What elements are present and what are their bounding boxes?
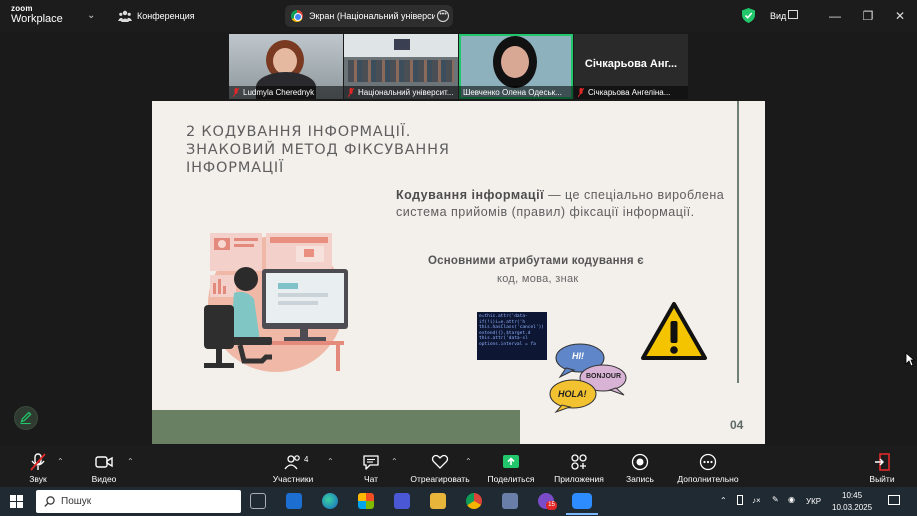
participant-strip: Ludmyla Cherednyk Національний університ… bbox=[229, 34, 689, 99]
viber-icon[interactable]: 15 bbox=[538, 493, 557, 510]
mic-muted-icon bbox=[348, 88, 354, 97]
bubble-hola: HOLA! bbox=[558, 389, 587, 399]
notifications-icon[interactable] bbox=[888, 495, 900, 505]
attributes-values: код, мова, знак bbox=[497, 273, 579, 285]
share-screen-button[interactable]: Поделиться bbox=[486, 445, 536, 487]
participant-name: Ludmyla Cherednyk bbox=[229, 86, 343, 99]
active-app-indicator bbox=[566, 513, 598, 515]
more-options-icon[interactable]: ••• bbox=[437, 10, 449, 22]
app-icon[interactable] bbox=[394, 493, 410, 509]
screen-share-pill[interactable]: Экран (Національний університ ••• bbox=[285, 5, 453, 27]
battery-icon[interactable] bbox=[737, 495, 743, 505]
security-shield-icon[interactable] bbox=[742, 8, 755, 23]
code-snippet-image: e=this.attr('data- if(!i)i=e.attr('h thi… bbox=[477, 312, 547, 360]
zoom-window: zoom Workplace ⌄ Конференция Экран (Наці… bbox=[0, 0, 917, 487]
participants-count: 4 bbox=[304, 455, 309, 464]
chat-options-caret[interactable]: ⌃ bbox=[391, 457, 398, 466]
store-icon[interactable] bbox=[358, 493, 374, 509]
video-button[interactable]: Видео bbox=[86, 445, 122, 487]
audio-options-caret[interactable]: ⌃ bbox=[57, 457, 64, 466]
participant-tile[interactable]: Ludmyla Cherednyk bbox=[229, 34, 343, 99]
participant-name: Національний університ... bbox=[344, 86, 458, 99]
slide-divider bbox=[737, 101, 739, 383]
chevron-down-icon[interactable]: ⌄ bbox=[87, 10, 95, 21]
zoom-taskbar-icon[interactable] bbox=[572, 493, 592, 509]
chrome-icon[interactable] bbox=[466, 493, 482, 509]
grid-view-icon[interactable] bbox=[788, 10, 798, 19]
view-button[interactable]: Вид bbox=[770, 11, 786, 21]
warning-icon bbox=[641, 302, 707, 360]
audio-button[interactable]: Звук bbox=[22, 445, 54, 487]
mouse-cursor-icon bbox=[905, 352, 915, 367]
wifi-icon[interactable]: ◉ bbox=[788, 495, 795, 504]
participant-tile[interactable]: Січкарьова Анг... Січкарьова Ангеліна... bbox=[574, 34, 688, 99]
restore-icon[interactable]: ❐ bbox=[859, 7, 877, 25]
attributes-heading: Основними атрибутами кодування є bbox=[428, 255, 644, 267]
search-icon bbox=[44, 496, 55, 507]
leave-door-icon bbox=[875, 453, 890, 471]
participant-name: Січкарьова Ангеліна... bbox=[574, 86, 688, 99]
record-icon bbox=[631, 453, 649, 471]
participant-tile-active-speaker[interactable]: Шевченко Олена Одеськ... bbox=[459, 34, 573, 99]
participant-tile[interactable]: Національний університ... bbox=[344, 34, 458, 99]
chrome-icon bbox=[291, 10, 303, 22]
chat-bubble-icon bbox=[363, 455, 379, 470]
apps-icon bbox=[571, 454, 587, 470]
video-options-caret[interactable]: ⌃ bbox=[127, 457, 134, 466]
pen-icon[interactable]: ✎ bbox=[772, 495, 779, 504]
clock-time[interactable]: 10:45 bbox=[842, 491, 862, 500]
participants-button[interactable]: 4 Участники bbox=[268, 445, 318, 487]
bubble-hi: HI! bbox=[572, 351, 584, 361]
computer-user-illustration bbox=[204, 233, 348, 372]
record-button[interactable]: Запись bbox=[623, 445, 657, 487]
app-icon[interactable] bbox=[502, 493, 518, 509]
slide-page-number: 04 bbox=[730, 418, 744, 432]
more-button[interactable]: Дополнительно bbox=[672, 445, 744, 487]
minimize-icon[interactable]: — bbox=[826, 7, 844, 25]
close-icon[interactable]: ✕ bbox=[891, 7, 909, 25]
participants-icon bbox=[284, 455, 300, 470]
participant-name: Шевченко Олена Одеськ... bbox=[459, 86, 573, 99]
leave-button[interactable]: Выйти bbox=[864, 445, 900, 487]
task-view-icon[interactable] bbox=[250, 493, 266, 509]
mic-muted-icon bbox=[578, 88, 584, 97]
apps-button[interactable]: Приложения bbox=[552, 445, 606, 487]
heart-reaction-icon bbox=[431, 454, 449, 469]
slide-title: 2 КОДУВАННЯ ІНФОРМАЦІЇ. ЗНАКОВИЙ МЕТОД Ф… bbox=[186, 124, 450, 176]
meeting-label[interactable]: Конференция bbox=[137, 11, 195, 21]
participant-tile-name: Січкарьова Анг... bbox=[584, 58, 678, 70]
notification-badge: 15 bbox=[546, 501, 557, 510]
language-indicator[interactable]: УКР bbox=[806, 497, 821, 506]
participants-group-icon bbox=[118, 10, 132, 22]
file-explorer-icon[interactable] bbox=[430, 493, 446, 509]
slide-definition: Кодування інформації — це спеціально вир… bbox=[396, 188, 725, 219]
pencil-icon bbox=[20, 411, 32, 425]
share-screen-icon bbox=[503, 455, 519, 468]
title-bar: zoom Workplace ⌄ Конференция Экран (Наці… bbox=[0, 0, 917, 32]
volume-icon[interactable]: ♪× bbox=[752, 496, 761, 505]
clock-date[interactable]: 10.03.2025 bbox=[832, 503, 872, 512]
annotate-button[interactable] bbox=[14, 406, 38, 430]
react-options-caret[interactable]: ⌃ bbox=[465, 457, 472, 466]
edge-icon[interactable] bbox=[322, 493, 338, 509]
bubble-bonjour: BONJOUR bbox=[586, 373, 622, 380]
mic-muted-icon bbox=[30, 453, 46, 471]
meeting-toolbar: Звук ⌃ Видео ⌃ 4 Участники ⌃ Чат ⌃ Отреа… bbox=[0, 445, 917, 487]
windows-start-icon[interactable] bbox=[10, 495, 23, 508]
more-options-icon bbox=[699, 453, 717, 471]
zoom-logo[interactable]: zoom Workplace bbox=[11, 5, 63, 25]
slide-footer-bar bbox=[152, 410, 520, 444]
react-button[interactable]: Отреагировать bbox=[408, 445, 472, 487]
share-title: Экран (Національний університ bbox=[309, 11, 435, 21]
participants-options-caret[interactable]: ⌃ bbox=[327, 457, 334, 466]
taskbar-search[interactable]: Пошук bbox=[36, 490, 241, 513]
outlook-icon[interactable] bbox=[286, 493, 302, 509]
mic-muted-icon bbox=[233, 88, 239, 97]
video-camera-icon bbox=[95, 456, 113, 468]
tray-expand-icon[interactable]: ⌃ bbox=[720, 496, 727, 505]
windows-taskbar: Пошук 15 ⌃ ♪× ✎ ◉ УКР 10:45 10.03.2025 bbox=[0, 487, 917, 516]
shared-slide: 2 КОДУВАННЯ ІНФОРМАЦІЇ. ЗНАКОВИЙ МЕТОД Ф… bbox=[152, 101, 765, 444]
chat-button[interactable]: Чат bbox=[356, 445, 386, 487]
